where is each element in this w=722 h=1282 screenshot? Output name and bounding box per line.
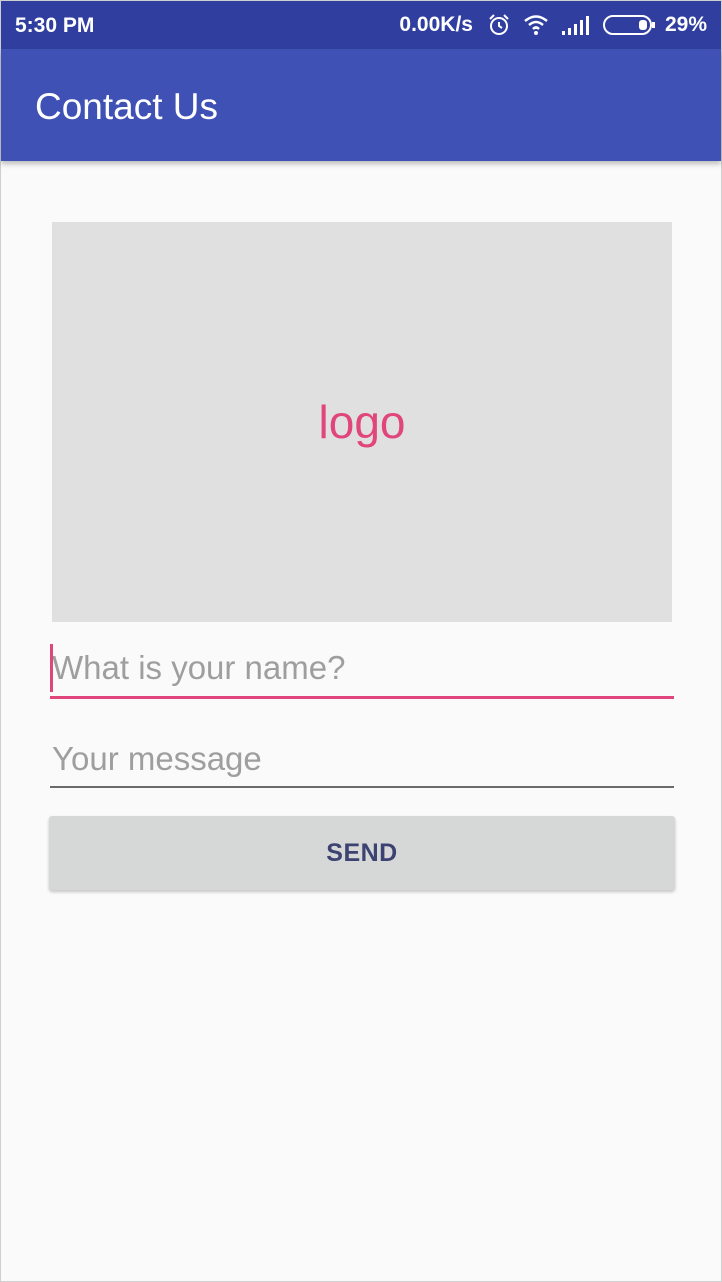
send-button[interactable]: SEND — [49, 816, 675, 890]
logo-text: logo — [318, 396, 406, 448]
name-input[interactable] — [50, 644, 674, 692]
logo-placeholder: logo — [52, 222, 672, 622]
status-bar: 5:30 PM 0.00K/s 29% — [1, 1, 721, 49]
network-speed: 0.00K/s — [399, 13, 473, 36]
text-cursor — [50, 644, 53, 692]
page-title: Contact Us — [35, 86, 219, 127]
contact-us-screen: 5:30 PM 0.00K/s 29% Contact Us logo What… — [0, 0, 722, 1282]
message-input[interactable] — [50, 735, 674, 783]
name-field-container — [50, 644, 674, 699]
status-right-group: 0.00K/s 29% — [399, 11, 707, 39]
app-bar: Contact Us — [1, 49, 721, 161]
status-time: 5:30 PM — [15, 14, 95, 37]
alarm-icon — [487, 13, 511, 37]
battery-percent: 29% — [664, 13, 707, 36]
wifi-icon — [523, 14, 549, 36]
battery-icon — [602, 14, 657, 36]
signal-icon — [561, 14, 591, 36]
message-input-underline — [50, 786, 674, 788]
message-field-container — [50, 735, 674, 788]
name-input-underline — [50, 696, 674, 699]
